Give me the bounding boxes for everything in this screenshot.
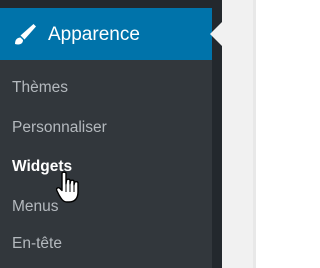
main-content-area: [222, 0, 256, 268]
menu-item-label: Apparence: [48, 23, 140, 45]
submenu-item-menus[interactable]: Menus: [12, 199, 59, 215]
submenu: Thèmes Personnaliser Widgets Menus En-tê…: [0, 60, 212, 268]
window-edge: [253, 0, 256, 268]
submenu-item-en-tete[interactable]: En-tête: [12, 236, 62, 252]
menu-item-apparence[interactable]: Apparence: [0, 8, 212, 60]
submenu-item-themes[interactable]: Thèmes: [12, 80, 68, 96]
submenu-item-widgets[interactable]: Widgets: [12, 159, 72, 175]
submenu-item-personnaliser[interactable]: Personnaliser: [12, 120, 107, 136]
paintbrush-icon: [0, 8, 48, 60]
admin-sidebar: Apparence Thèmes Personnaliser Widgets M…: [0, 0, 222, 268]
current-menu-arrow: [210, 22, 222, 46]
